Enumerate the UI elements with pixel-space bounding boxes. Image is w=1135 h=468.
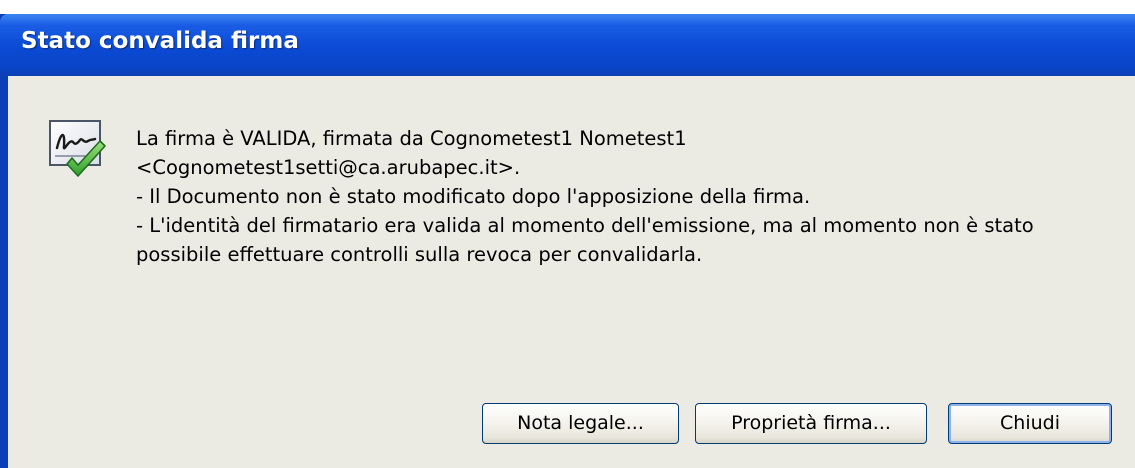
window-title: Stato convalida firma bbox=[21, 28, 299, 54]
message-line: <Cognometest1setti@ca.arubapec.it>. bbox=[136, 156, 521, 179]
signature-validation-dialog: Stato convalida firma La firma è VALIDA,… bbox=[0, 14, 1135, 468]
message-line: La firma è VALIDA, firmata da Cognometes… bbox=[136, 127, 687, 150]
dialog-body: La firma è VALIDA, firmata da Cognometes… bbox=[8, 76, 1135, 468]
close-button[interactable]: Chiudi bbox=[948, 403, 1112, 444]
message-line: - Il Documento non è stato modificato do… bbox=[136, 185, 811, 208]
signature-valid-icon bbox=[47, 118, 111, 186]
legal-notice-button[interactable]: Nota legale... bbox=[482, 403, 679, 444]
message-line: - L'identità del firmatario era valida a… bbox=[136, 214, 1034, 237]
message-line: possibile effettuare controlli sulla rev… bbox=[136, 243, 703, 266]
title-bar[interactable]: Stato convalida firma bbox=[0, 14, 1135, 76]
signature-properties-button[interactable]: Proprietà firma... bbox=[695, 403, 927, 444]
validation-message: La firma è VALIDA, firmata da Cognometes… bbox=[136, 124, 1126, 269]
